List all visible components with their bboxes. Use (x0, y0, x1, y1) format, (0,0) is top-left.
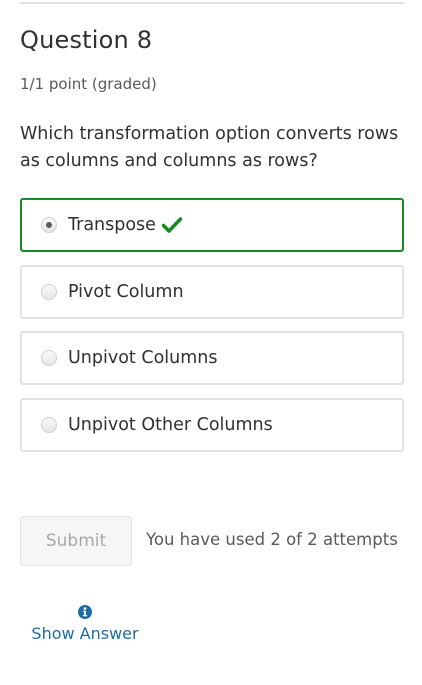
radio-pivot-column[interactable] (41, 284, 57, 300)
radio-unpivot-other-columns[interactable] (41, 417, 57, 433)
option-pivot-column[interactable]: Pivot Column (20, 265, 404, 319)
option-label: Unpivot Other Columns (68, 415, 273, 435)
show-answer-label: Show Answer (31, 624, 139, 643)
radio-transpose[interactable] (41, 217, 57, 233)
option-label: Transpose (68, 215, 156, 235)
option-label: Unpivot Columns (68, 348, 218, 368)
option-unpivot-other-columns[interactable]: Unpivot Other Columns (20, 398, 404, 452)
attempts-status: You have used 2 of 2 attempts (146, 530, 398, 549)
submit-button[interactable]: Submit (20, 516, 132, 566)
question-title: Question 8 (20, 26, 153, 54)
option-unpivot-columns[interactable]: Unpivot Columns (20, 331, 404, 385)
top-divider (20, 2, 404, 4)
radio-unpivot-columns[interactable] (41, 350, 57, 366)
radio-selected-dot (46, 222, 52, 228)
option-transpose[interactable]: Transpose (20, 198, 404, 252)
checkmark-icon (161, 217, 182, 233)
info-icon (78, 604, 92, 619)
option-label: Pivot Column (68, 282, 184, 302)
question-prompt: Which transformation option converts row… (20, 124, 399, 171)
show-answer-button[interactable]: Show Answer (20, 604, 150, 643)
question-score: 1/1 point (graded) (20, 75, 157, 93)
